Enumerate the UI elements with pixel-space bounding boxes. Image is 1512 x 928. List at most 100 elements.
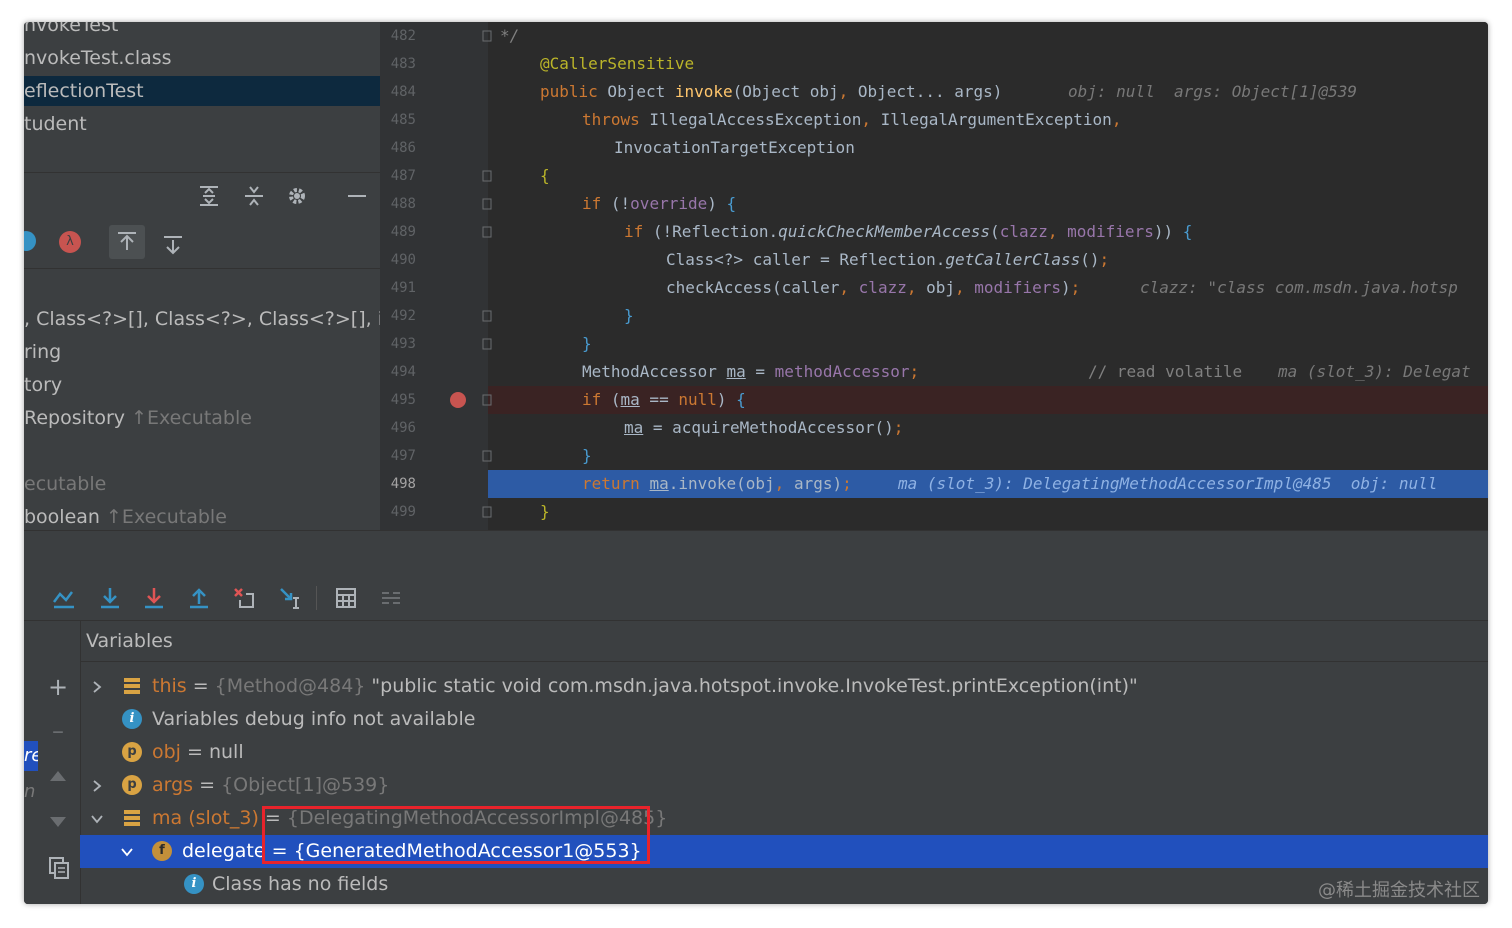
structure-item[interactable]: boolean ↑Executable	[24, 502, 227, 530]
breakpoint-icon[interactable]	[450, 392, 466, 408]
tree-item[interactable]: tudent	[24, 109, 87, 139]
code-text: }	[582, 446, 592, 465]
line-number[interactable]: 486	[380, 134, 416, 162]
collapse-arrow-icon[interactable]	[120, 845, 134, 859]
line-number[interactable]: 483	[380, 50, 416, 78]
code-line[interactable]: ma = acquireMethodAccessor();	[488, 414, 1488, 442]
fold-marker-icon[interactable]	[482, 338, 492, 350]
line-number[interactable]: 491	[380, 274, 416, 302]
code-line[interactable]: if (!Reflection.quickCheckMemberAccess(c…	[488, 218, 1488, 246]
code-line[interactable]: MethodAccessor ma = methodAccessor; // re…	[488, 358, 1488, 386]
line-number[interactable]: 496	[380, 414, 416, 442]
field-icon: f	[152, 841, 172, 861]
lambda-icon[interactable]: λ	[59, 231, 81, 253]
code-line[interactable]: public Object invoke(Object obj, Object.…	[488, 78, 1488, 106]
line-number[interactable]: 493	[380, 330, 416, 358]
run-to-cursor-icon[interactable]	[274, 582, 306, 614]
code-text: {	[540, 166, 550, 185]
line-number[interactable]: 494	[380, 358, 416, 386]
fold-marker-icon[interactable]	[482, 30, 492, 42]
variable-row[interactable]: i Variables debug info not available	[80, 703, 1488, 736]
structure-item-label: , Class<?>[], Class<?>, Class<?>[], int,	[24, 308, 380, 330]
minimize-icon[interactable]	[342, 180, 372, 210]
line-number[interactable]: 487	[380, 162, 416, 190]
expand-arrow-icon[interactable]	[90, 680, 104, 694]
code-text: InvocationTargetException	[614, 138, 855, 157]
code-line[interactable]: }	[488, 330, 1488, 358]
collapse-arrow-icon[interactable]	[90, 812, 104, 826]
line-number[interactable]: 482	[380, 22, 416, 50]
expand-arrow-icon[interactable]	[90, 779, 104, 793]
move-up-icon[interactable]	[50, 771, 66, 781]
move-down-icon[interactable]	[50, 817, 66, 827]
frame-selected[interactable]: re	[24, 741, 38, 771]
fold-marker-icon[interactable]	[482, 506, 492, 518]
fold-marker-icon[interactable]	[482, 394, 492, 406]
line-number[interactable]: 490	[380, 246, 416, 274]
line-number[interactable]: 485	[380, 106, 416, 134]
code-line[interactable]: */	[488, 22, 1488, 50]
code-line[interactable]: }	[488, 442, 1488, 470]
expand-all-icon[interactable]	[194, 180, 224, 210]
step-out-icon[interactable]	[183, 582, 215, 614]
step-into-icon[interactable]	[138, 582, 170, 614]
line-number[interactable]: 488	[380, 190, 416, 218]
tree-item-selected[interactable]: eflectionTest	[24, 76, 380, 106]
panel-splitter[interactable]	[24, 530, 1488, 577]
fold-marker-icon[interactable]	[482, 198, 492, 210]
code-editor[interactable]: */ @CallerSensitive public Object invoke…	[380, 22, 1488, 530]
fold-marker-icon[interactable]	[482, 450, 492, 462]
structure-item[interactable]: ring	[24, 337, 61, 367]
fold-marker-icon[interactable]	[482, 170, 492, 182]
collapse-all-icon[interactable]	[239, 180, 269, 210]
structure-item[interactable]: Repository ↑Executable	[24, 403, 252, 433]
code-line[interactable]: {	[488, 162, 1488, 190]
show-execution-point-icon[interactable]	[48, 582, 80, 614]
tree-item[interactable]: nvokeTest.class	[24, 43, 172, 73]
divider	[24, 268, 380, 269]
variable-row[interactable]: i Class has no fields	[80, 868, 1488, 901]
code-line[interactable]: }	[488, 498, 1488, 526]
tree-item[interactable]: nvokeTest	[24, 22, 118, 40]
variables-side-toolbar: + –	[38, 621, 81, 904]
line-number[interactable]: 499	[380, 498, 416, 526]
code-line-current-execution[interactable]: return ma.invoke(obj, args); ma (slot_3):…	[488, 470, 1488, 498]
line-number[interactable]: 492	[380, 302, 416, 330]
line-number[interactable]: 495	[380, 386, 416, 414]
line-number[interactable]: 484	[380, 78, 416, 106]
code-line[interactable]: checkAccess(caller, clazz, obj, modifier…	[488, 274, 1488, 302]
fold-marker-icon[interactable]	[482, 226, 492, 238]
trace-current-stream-icon[interactable]	[375, 582, 407, 614]
structure-item[interactable]: , Class<?>[], Class<?>, Class<?>[], int,	[24, 304, 380, 334]
divider	[24, 172, 380, 173]
drop-frame-icon[interactable]	[228, 582, 260, 614]
fold-marker-icon[interactable]	[482, 310, 492, 322]
copy-icon[interactable]	[49, 857, 69, 883]
code-line[interactable]: throws IllegalAccessException, IllegalAr…	[488, 106, 1488, 134]
settings-gear-icon[interactable]	[282, 180, 312, 210]
show-inherited-icon[interactable]	[109, 225, 145, 259]
show-fields-icon[interactable]	[158, 229, 188, 259]
code-line-breakpoint[interactable]: if (ma == null) {	[488, 386, 1488, 414]
code-text: Class<?> caller = Reflection.getCallerCl…	[666, 250, 1110, 269]
remove-watch-icon[interactable]: –	[48, 719, 68, 743]
filter-icon[interactable]	[24, 231, 36, 251]
code-line[interactable]: InvocationTargetException	[488, 134, 1488, 162]
frames-panel-edge: re n	[24, 621, 38, 904]
structure-item[interactable]: ecutable	[24, 469, 106, 499]
variable-row[interactable]: p args = {Object[1]@539}	[80, 769, 1488, 802]
code-line[interactable]: @CallerSensitive	[488, 50, 1488, 78]
variable-row[interactable]: this = {Method@484} "public static void …	[80, 670, 1488, 703]
evaluate-expression-icon[interactable]	[330, 582, 362, 614]
add-watch-icon[interactable]: +	[48, 675, 68, 699]
structure-item[interactable]: tory	[24, 370, 62, 400]
code-line[interactable]: if (!override) {	[488, 190, 1488, 218]
code-line[interactable]: }	[488, 302, 1488, 330]
code-line[interactable]: Class<?> caller = Reflection.getCallerCl…	[488, 246, 1488, 274]
line-number[interactable]: 498	[380, 470, 416, 498]
variable-row[interactable]: p obj = null	[80, 736, 1488, 769]
line-number[interactable]: 489	[380, 218, 416, 246]
step-over-icon[interactable]	[94, 582, 126, 614]
line-number[interactable]: 497	[380, 442, 416, 470]
frame-item[interactable]: n	[24, 777, 38, 807]
